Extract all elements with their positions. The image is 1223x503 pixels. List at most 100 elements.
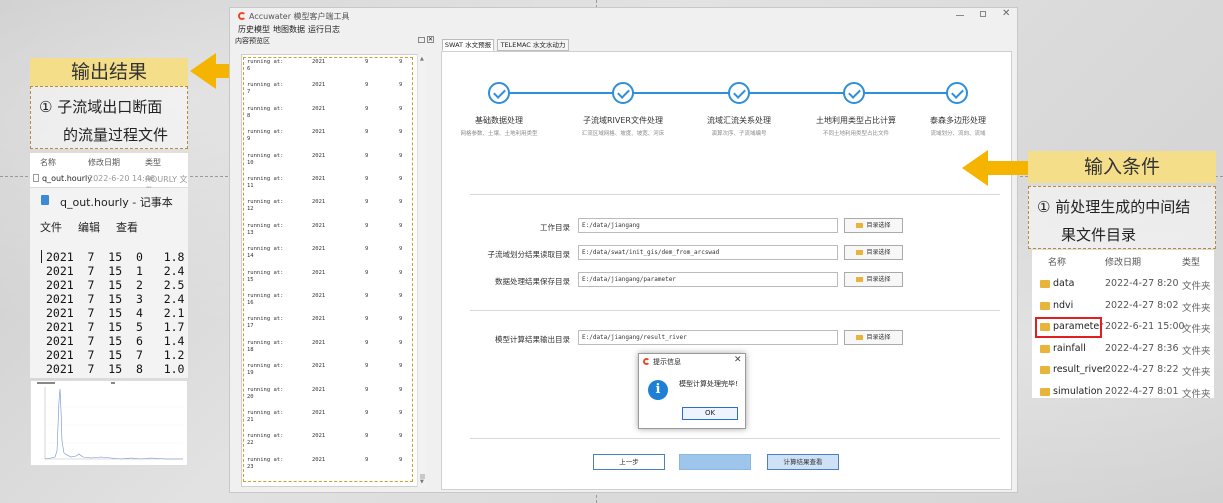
output-note-line-1: ① 子流域出口断面 — [39, 98, 163, 116]
folder-row-ndvi[interactable]: ndvi 2022-4-27 8:02 文件夹 — [1032, 299, 1214, 315]
folder-icon — [856, 277, 864, 282]
folder-row-simulation[interactable]: simulation 2022-4-27 8:01 文件夹 — [1032, 385, 1214, 401]
notepad-menu-edit[interactable]: 编辑 — [78, 219, 100, 235]
input-arrow-body — [986, 161, 1030, 175]
subbasin-dir-input[interactable]: E:/data/swat/init_gis/dem_from_arcswad — [578, 245, 838, 260]
step-3-check-icon — [728, 82, 750, 104]
save-dir-folder-button[interactable]: 目录选择 — [844, 272, 903, 287]
menu-map-data[interactable]: 地图数据 — [273, 24, 305, 35]
output-note-line-2: 的流量过程文件 — [63, 126, 169, 144]
accuwater-window: Accuwater 模型客户端工具 ✕ 历史模型 地图数据 运行日志 内容预览区… — [229, 7, 1018, 493]
info-dialog: 提示信息 ✕ i 模型计算处理完毕! OK — [638, 353, 746, 429]
folder-name: simulation — [1053, 385, 1103, 397]
log-highlight-border — [243, 57, 413, 482]
notepad-row: 2021 7 15 4 2.1 — [46, 306, 185, 320]
folder-button-label: 目录选择 — [866, 249, 891, 256]
scroll-down-icon[interactable]: ▼ — [420, 479, 424, 485]
step-2-label: 子流域RIVER文件处理 — [582, 116, 663, 125]
folder-row-parameter[interactable]: parameter 2022-6-21 15:00 文件夹 — [1032, 317, 1214, 338]
step-2-sub: 汇流区域网格、坡度、坡宽、河床 — [581, 131, 665, 137]
left-file-explorer: 名称 修改日期 类型 q_out.hourly 2022-6-20 14:46 … — [30, 153, 188, 195]
notepad-row: 2021 7 15 6 1.4 — [46, 334, 185, 348]
tab-swat[interactable]: SWAT 水文预报 — [442, 39, 494, 51]
step-5-sub: 流域划分、流向、流域 — [930, 131, 986, 137]
work-dir-folder-button[interactable]: 目录选择 — [844, 218, 903, 233]
folder-icon — [856, 335, 864, 340]
notepad-cursor — [41, 250, 42, 263]
hydrograph-thumbnail — [30, 380, 188, 466]
folder-icon — [1040, 301, 1050, 310]
step-1-label: 基础数据处理 — [475, 116, 523, 125]
left-explorer-header-date[interactable]: 修改日期 — [88, 157, 120, 168]
dialog-message: 模型计算处理完毕! — [679, 380, 738, 388]
panel-float-icon[interactable] — [418, 37, 425, 43]
menu-run-log[interactable]: 运行日志 — [308, 24, 340, 35]
result-dir-input[interactable]: E:/data/jiangang/result_river — [578, 330, 838, 345]
dialog-ok-button[interactable]: OK — [682, 407, 738, 420]
folder-row-data[interactable]: data 2022-4-27 8:20 文件夹 — [1032, 277, 1214, 293]
notepad-menu-view[interactable]: 查看 — [116, 219, 138, 235]
notepad-text-area[interactable]: 2021 7 15 0 1.8 2021 7 15 1 2.4 2021 7 1… — [46, 250, 186, 376]
step-5-check-icon — [946, 82, 968, 104]
left-explorer-file-name[interactable]: q_out.hourly — [42, 174, 92, 183]
step-1-sub: 网格参数、土壤、土地利用类型 — [460, 131, 538, 137]
scroll-up-icon[interactable]: ▲ — [420, 56, 424, 62]
tab-telemac[interactable]: TELEMAC 水文水动力 — [497, 39, 569, 51]
output-arrow-head — [190, 53, 216, 89]
menu-history-model[interactable]: 历史模型 — [238, 24, 270, 35]
folder-date: 2022-4-27 8:36 — [1105, 342, 1179, 354]
notepad-row: 2021 7 15 7 1.2 — [46, 348, 185, 362]
result-dir-label: 模型计算结果输出目录 — [495, 335, 570, 344]
log-scrollbar[interactable]: ▲ ▼ — [417, 54, 426, 487]
notepad-row: 2021 7 15 5 1.7 — [46, 320, 185, 334]
save-dir-input[interactable]: E:/data/jiangang/parameter — [578, 272, 838, 287]
info-icon: i — [648, 380, 668, 400]
folder-row-rainfall[interactable]: rainfall 2022-4-27 8:36 文件夹 — [1032, 342, 1214, 358]
folder-date: 2022-4-27 8:22 — [1105, 364, 1179, 375]
hydrograph-thumbnail-svg — [37, 382, 183, 460]
right-explorer-header-name[interactable]: 名称 — [1048, 255, 1066, 268]
work-dir-input[interactable]: E:/data/jiangang — [578, 218, 838, 233]
input-note-line-2: 果文件目录 — [1061, 226, 1137, 244]
notepad-menu-file[interactable]: 文件 — [40, 219, 62, 235]
folder-button-label: 目录选择 — [866, 334, 891, 341]
folder-icon — [1040, 387, 1050, 396]
step-4-sub: 不同土地利用类型占比文件 — [822, 131, 889, 137]
folder-type: 文件夹 — [1182, 345, 1211, 357]
notepad-row: 2021 7 15 1 2.4 — [46, 264, 185, 278]
left-explorer-header-type[interactable]: 类型 — [145, 157, 161, 168]
app-logo-icon — [238, 12, 246, 20]
right-explorer-header-date[interactable]: 修改日期 — [1105, 255, 1141, 268]
folder-name: data — [1053, 278, 1075, 289]
folder-date: 2022-4-27 8:20 — [1105, 278, 1179, 289]
minimize-icon[interactable] — [956, 15, 964, 16]
dialog-title: 提示信息 — [653, 358, 681, 366]
result-dir-folder-button[interactable]: 目录选择 — [844, 330, 903, 345]
dialog-close-icon[interactable]: ✕ — [734, 355, 742, 365]
folder-type: 文件夹 — [1182, 281, 1211, 292]
subbasin-dir-folder-button[interactable]: 目录选择 — [844, 245, 903, 260]
folder-type: 文件夹 — [1182, 367, 1211, 378]
folder-date: 2022-4-27 8:02 — [1105, 299, 1179, 311]
notepad-icon — [41, 195, 49, 205]
input-note-line-1: ① 前处理生成的中间结 — [1037, 198, 1191, 216]
save-dir-label: 数据处理结果保存目录 — [495, 277, 570, 286]
output-result-note: ① 子流域出口断面 的流量过程文件 — [30, 86, 188, 149]
folder-row-result-river[interactable]: result_river 2022-4-27 8:22 文件夹 — [1032, 363, 1214, 379]
app-title: Accuwater 模型客户端工具 — [249, 12, 350, 21]
notepad-row: 2021 7 15 2 2.5 — [46, 278, 185, 292]
prev-step-button[interactable]: 上一步 — [593, 454, 665, 470]
folder-type: 文件夹 — [1182, 388, 1211, 400]
folder-name: result_river — [1053, 364, 1107, 375]
run-button[interactable] — [679, 454, 751, 470]
left-explorer-header-name[interactable]: 名称 — [40, 157, 56, 168]
close-icon[interactable]: ✕ — [1002, 8, 1010, 19]
separator-top — [470, 194, 1000, 195]
input-condition-note: ① 前处理生成的中间结 果文件目录 — [1028, 186, 1216, 249]
view-results-button[interactable]: 计算结果查看 — [767, 454, 839, 470]
right-explorer-header-type[interactable]: 类型 — [1182, 255, 1200, 268]
panel-close-icon[interactable]: ✕ — [427, 36, 434, 43]
folder-date: 2022-6-21 15:00 — [1105, 321, 1185, 332]
folder-type: 文件夹 — [1182, 324, 1211, 335]
maximize-icon[interactable] — [980, 11, 986, 17]
